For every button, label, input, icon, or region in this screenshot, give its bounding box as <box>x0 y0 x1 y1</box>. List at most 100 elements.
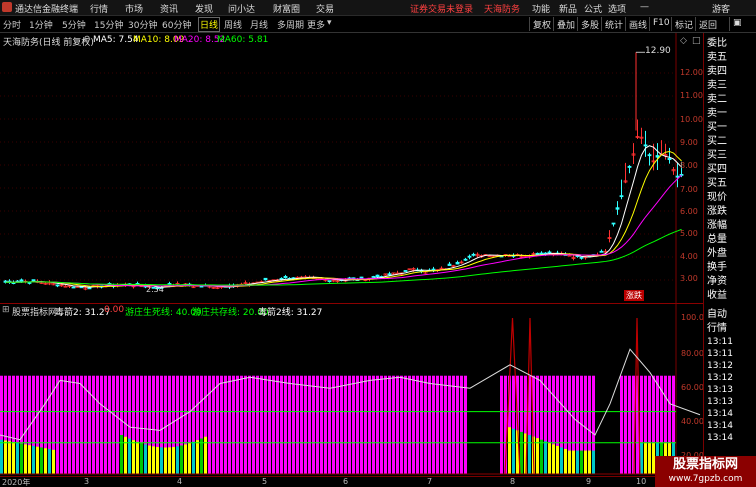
diamond-icon[interactable]: ◇ <box>680 36 687 46</box>
period-1min[interactable]: 1分钟 <box>29 18 53 31</box>
user-label[interactable]: 游客 <box>712 2 730 15</box>
indicator-bar <box>428 375 431 474</box>
ma-settings-icon[interactable]: ⚙ <box>83 35 91 45</box>
ma10-line <box>5 150 682 288</box>
shengsi-line-value: 游庄生死线: 40.00 <box>125 308 202 318</box>
indicator-bar <box>348 375 351 474</box>
indicator-bar <box>328 375 331 474</box>
indicator-tick: 80.00 <box>681 349 704 358</box>
indicator-bar <box>440 375 443 474</box>
side-item: 现价 <box>707 192 727 203</box>
menu-jiaoyi[interactable]: 交易 <box>316 2 334 15</box>
duogu-button[interactable]: 多股 <box>577 17 602 31</box>
indicator-bar <box>100 375 103 474</box>
indicator-bar <box>240 375 243 474</box>
menu-xinpin[interactable]: 新品 <box>559 2 577 15</box>
indicator-bar <box>208 375 211 474</box>
indicator-bar <box>232 375 235 474</box>
indicator-bar <box>308 375 311 474</box>
price-tick: 7.00 <box>680 185 698 194</box>
side-item[interactable]: 行情 <box>707 322 727 335</box>
candlestick-chart[interactable] <box>0 33 703 303</box>
candle-body <box>371 276 376 278</box>
indicator-bar-low <box>12 442 15 474</box>
menu-zixun[interactable]: 资讯 <box>160 2 178 15</box>
indicator-bar <box>312 375 315 474</box>
indicator-bar <box>432 375 435 474</box>
indicator-bar-low <box>128 438 131 474</box>
indicator-bar-low <box>48 449 51 474</box>
tongji-button[interactable]: 统计 <box>601 17 626 31</box>
candle-body <box>55 284 60 287</box>
side-item: 外盘 <box>707 248 727 259</box>
more-chevron-icon[interactable]: ▾ <box>327 18 332 28</box>
indicator-name[interactable]: 股票指标网 <box>12 305 57 318</box>
menu-hangqing[interactable]: 行情 <box>90 2 108 15</box>
candle-body <box>675 175 680 178</box>
price-chart-panel[interactable]: 天海防务(日线 前复权) MA5: 7.54 MA10: 8.09 MA20: … <box>0 33 703 303</box>
huaxian-button[interactable]: 画线 <box>625 17 650 31</box>
menu-gongneng[interactable]: 功能 <box>532 2 550 15</box>
candle-body <box>539 252 544 255</box>
side-item: 卖五 <box>707 52 727 63</box>
candle-body <box>627 165 632 168</box>
indicator-bar <box>452 375 455 474</box>
indicator-bar <box>324 375 327 474</box>
period-multi[interactable]: 多周期 <box>277 18 304 31</box>
indicator-bar-low <box>4 440 7 474</box>
period-15min[interactable]: 15分钟 <box>94 18 123 31</box>
minimize-icon[interactable]: — <box>640 2 649 12</box>
side-item: 卖二 <box>707 94 727 105</box>
ma20-line <box>5 174 682 287</box>
candle-body <box>455 261 460 265</box>
indicator-icon[interactable]: ⊞ <box>2 305 10 315</box>
period-5min[interactable]: 5分钟 <box>62 18 86 31</box>
ma5-line <box>5 145 682 288</box>
quote-side-panel: 委比 卖五 卖四 卖三 卖二 卖一 买一 买二 买三 买四 买五 现价 涨跌 涨幅 总量 外盘 换手 净资 收益 自动… <box>703 33 756 487</box>
indicator-bar <box>368 375 371 474</box>
menu-caifuquan[interactable]: 财富圈 <box>273 2 300 15</box>
menu-shichang[interactable]: 市场 <box>125 2 143 15</box>
indicator-bar <box>292 375 295 474</box>
indicator-chart[interactable] <box>0 304 703 476</box>
indicator-panel[interactable]: ⊞ 股票指标网 毒箭2: 31.27 0.00 游庄生死线: 40.00 游庄共… <box>0 304 704 476</box>
logo-url: www.7gpzb.com <box>668 474 743 484</box>
indicator-bar <box>408 375 411 474</box>
period-60min[interactable]: 60分钟 <box>162 18 191 31</box>
login-notice[interactable]: 证券交易未登录 <box>410 2 473 15</box>
side-item: 总量 <box>707 234 727 245</box>
diejia-button[interactable]: 叠加 <box>553 17 578 31</box>
menu-faxian[interactable]: 发现 <box>195 2 213 15</box>
indicator-bar-low <box>140 443 143 474</box>
candle-body <box>263 277 268 281</box>
period-weekly[interactable]: 周线 <box>224 18 242 31</box>
indicator-bar-low <box>520 431 523 474</box>
indicator-bar <box>392 375 395 474</box>
menu-wenxiaoda[interactable]: 问小达 <box>228 2 255 15</box>
indicator-bar-low <box>528 435 531 474</box>
side-item[interactable]: 自动 <box>707 308 727 321</box>
menu-xuanxiang[interactable]: 选项 <box>608 2 626 15</box>
fuquan-button[interactable]: 复权 <box>529 17 554 31</box>
f10-button[interactable]: F10 <box>649 17 673 31</box>
zhangdie-tag[interactable]: 涨跌 <box>624 290 644 301</box>
period-30min[interactable]: 30分钟 <box>128 18 157 31</box>
period-fenshi[interactable]: 分时 <box>3 18 21 31</box>
indicator-bar-low <box>172 446 175 474</box>
fanhui-button[interactable]: 返回 <box>695 17 720 31</box>
biaoji-button[interactable]: 标记 <box>671 17 696 31</box>
indicator-bar <box>436 375 439 474</box>
side-item: 净资 <box>707 276 727 287</box>
indicator-tick: 60.00 <box>681 383 704 392</box>
indicator-bar <box>88 375 91 474</box>
toolbar-toggle-icon[interactable]: ▣ <box>729 17 745 31</box>
expand-icon[interactable]: □ <box>692 36 701 46</box>
period-monthly[interactable]: 月线 <box>250 18 268 31</box>
indicator-bar-low <box>568 450 571 474</box>
period-more[interactable]: 更多 <box>307 18 325 31</box>
indicator-bar <box>380 375 383 474</box>
indicator-bar <box>72 375 75 474</box>
menu-gongshi[interactable]: 公式 <box>584 2 602 15</box>
period-daily[interactable]: 日线 <box>198 17 221 32</box>
indicator-bar <box>260 375 263 474</box>
